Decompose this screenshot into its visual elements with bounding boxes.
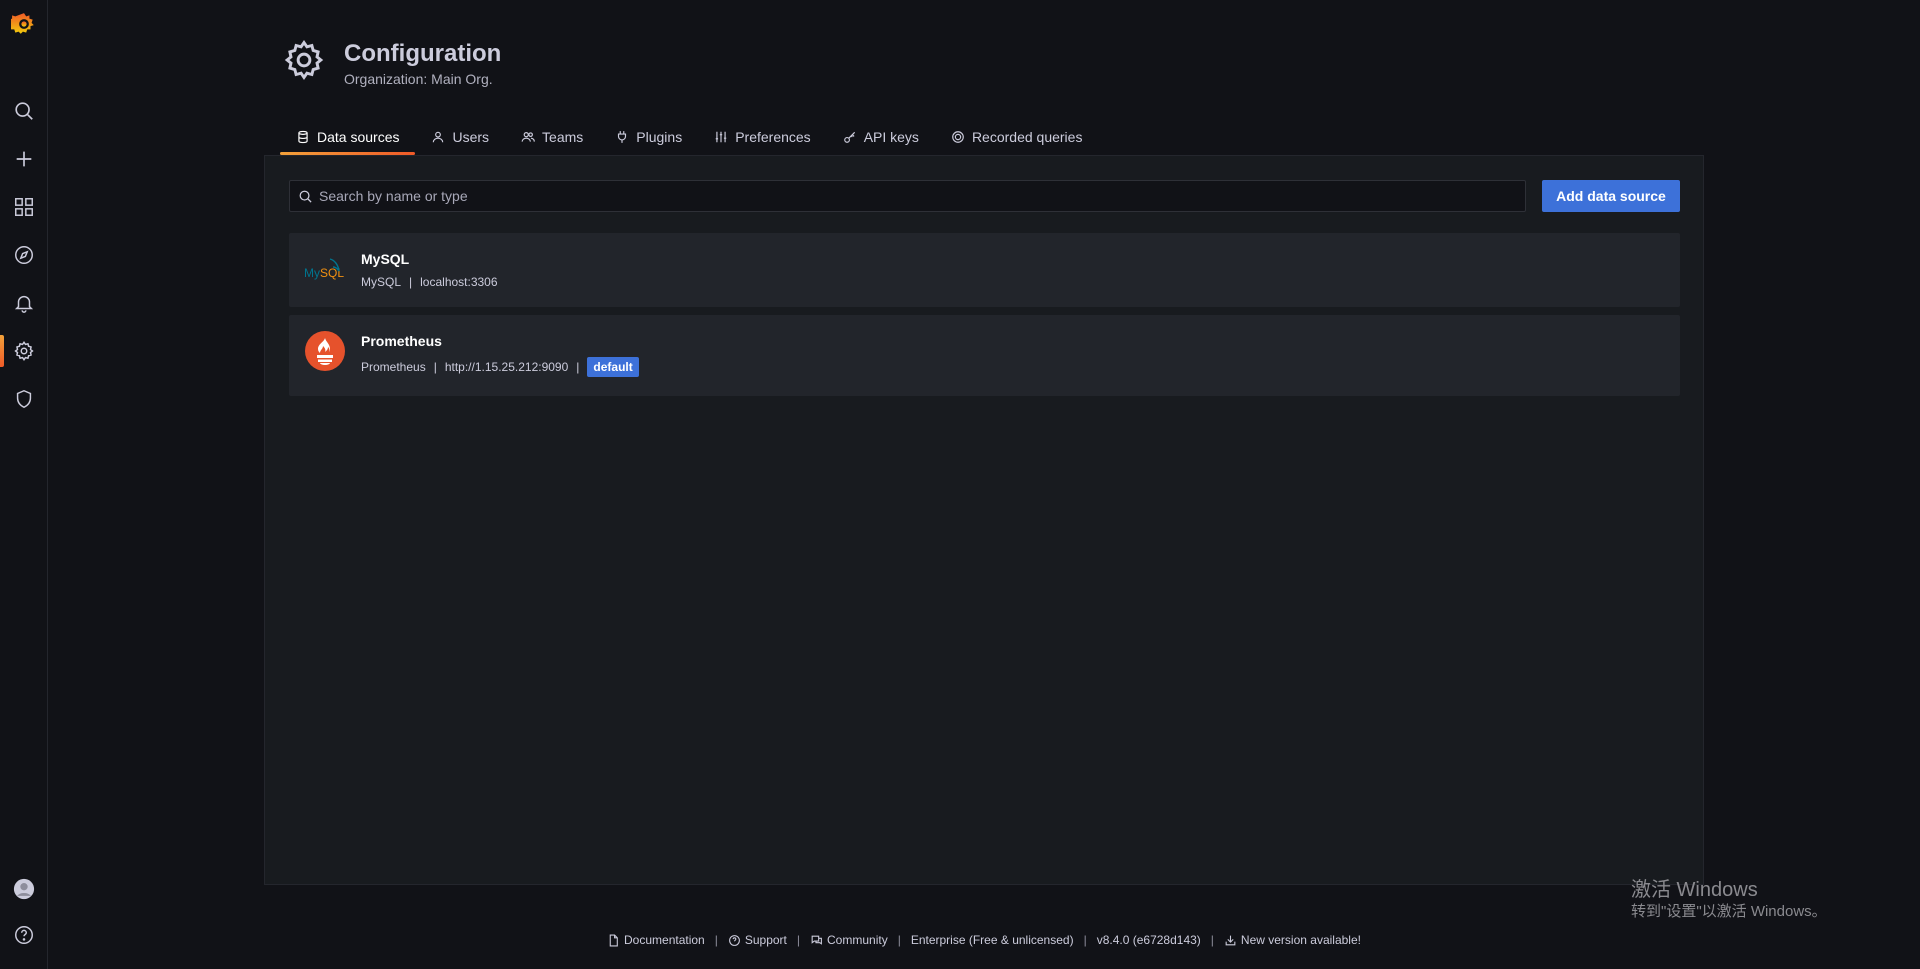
database-icon [298, 130, 308, 143]
datasource-type: Prometheus [361, 360, 426, 374]
gear-icon[interactable] [0, 331, 47, 371]
datasource-name: Prometheus [361, 333, 442, 349]
tab-label: Recorded queries [971, 128, 1083, 145]
svg-text:SQL: SQL [320, 266, 344, 280]
new-version-label: New version available! [1240, 933, 1361, 947]
tab-label: Data sources [317, 128, 400, 145]
users-icon [521, 131, 535, 142]
plug-icon [618, 130, 627, 143]
sliders-icon [715, 131, 727, 142]
comments-icon [811, 935, 822, 945]
tab-users[interactable]: Users [415, 118, 505, 155]
tab-preferences[interactable]: Preferences [698, 118, 826, 155]
support-link[interactable]: Support [728, 933, 787, 947]
new-version-link[interactable]: New version available! [1224, 933, 1361, 947]
footer: Documentation | Support | Community | En… [0, 933, 1920, 947]
gear-icon [282, 38, 326, 82]
datasource-name: MySQL [361, 251, 410, 267]
separator: | [433, 360, 437, 374]
datasource-card-prometheus[interactable]: Prometheus Prometheus | http://1.15.25.2… [289, 315, 1680, 396]
datasource-meta: MySQL | localhost:3306 [361, 275, 498, 289]
tab-label: Plugins [636, 128, 683, 145]
user-icon [433, 131, 444, 142]
tab-label: API keys [863, 128, 919, 145]
datasource-url: http://1.15.25.212:9090 [444, 360, 569, 374]
support-label: Support [744, 933, 787, 947]
separator: | [1083, 933, 1087, 947]
documentation-label: Documentation [624, 933, 705, 947]
tab-label: Teams [542, 128, 584, 145]
sidebar [0, 0, 48, 969]
search-box[interactable] [289, 180, 1526, 212]
community-link[interactable]: Community [810, 933, 888, 947]
add-data-source-button[interactable]: Add data source [1542, 180, 1680, 212]
version-label: v8.4.0 (e6728d143) [1096, 933, 1201, 947]
windows-watermark-subtitle: 转到"设置"以激活 Windows。 [1631, 903, 1827, 920]
default-badge: default [587, 357, 639, 377]
tab-data-sources[interactable]: Data sources [280, 118, 416, 155]
download-icon [1225, 935, 1236, 945]
separator: | [714, 933, 718, 947]
bell-icon[interactable] [0, 283, 47, 323]
edition-link[interactable]: Enterprise (Free & unlicensed) [911, 933, 1074, 947]
record-icon [952, 130, 964, 143]
datasource-card-mysql[interactable]: My SQL MySQL MySQL | localhost:3306 [289, 233, 1680, 307]
tab-label: Users [452, 128, 490, 145]
separator: | [796, 933, 801, 947]
search-icon[interactable] [0, 91, 47, 131]
separator: | [576, 360, 580, 374]
datasource-meta: Prometheus | http://1.15.25.212:9090 | d… [361, 357, 639, 377]
document-icon [609, 934, 618, 946]
search-input[interactable] [319, 188, 1525, 204]
page-title: Configuration [344, 40, 502, 67]
windows-watermark-title: 激活 Windows [1631, 879, 1758, 901]
page-subtitle: Organization: Main Org. [344, 71, 493, 87]
separator: | [897, 933, 901, 947]
shield-icon[interactable] [0, 379, 47, 419]
tab-bar: Data sources Users Teams Plugins Prefere… [280, 118, 1098, 155]
compass-icon[interactable] [0, 235, 47, 275]
documentation-link[interactable]: Documentation [607, 933, 705, 947]
svg-text:My: My [304, 266, 320, 280]
grafana-logo-icon[interactable] [0, 4, 47, 44]
avatar[interactable] [0, 869, 47, 909]
plus-icon[interactable] [0, 139, 47, 179]
prometheus-logo-icon [304, 330, 346, 372]
tab-recorded-queries[interactable]: Recorded queries [935, 118, 1099, 155]
tab-api-keys[interactable]: API keys [827, 118, 935, 155]
mysql-logo-icon: My SQL [304, 249, 346, 291]
community-label: Community [827, 933, 888, 947]
tab-teams[interactable]: Teams [505, 118, 599, 155]
question-circle-icon [728, 934, 740, 946]
tab-label: Preferences [735, 128, 811, 145]
key-icon [843, 131, 855, 143]
datasource-url: localhost:3306 [420, 275, 498, 289]
datasource-type: MySQL [361, 275, 402, 289]
separator: | [1210, 933, 1214, 947]
separator: | [409, 275, 413, 289]
search-icon [299, 190, 312, 203]
dashboards-icon[interactable] [0, 187, 47, 227]
datasources-panel: Add data source My SQL MySQL MySQL | loc… [264, 155, 1704, 885]
tab-plugins[interactable]: Plugins [599, 118, 698, 155]
